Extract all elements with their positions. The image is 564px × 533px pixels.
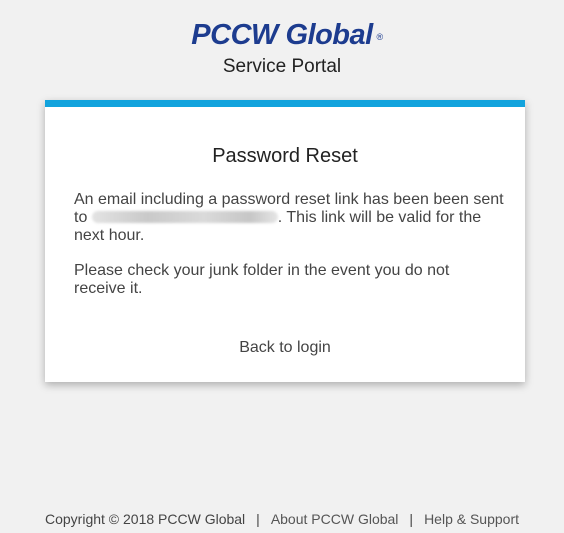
portal-title: Service Portal [222,56,342,77]
pccw-global-logo: PCCW Global ® [191,18,383,52]
page: PCCW Global ® Service Portal Password Re… [0,0,564,533]
redacted-email [91,211,278,223]
footer: Copyright © 2018 PCCW Global | About PCCW … [0,511,564,527]
registered-mark: ® [376,32,384,42]
header: PCCW Global ® Service Portal [0,18,564,79]
reset-email-message: An email including a password reset link… [74,191,504,245]
help-support-link[interactable]: Help & Support [424,511,519,527]
footer-separator: | [409,511,414,527]
back-to-login-link[interactable]: Back to login [45,339,525,357]
footer-separator: | [256,511,260,527]
junk-folder-notice: Please check your junk folder in the eve… [74,262,450,297]
copyright-text: Copyright © 2018 PCCW Global [44,511,246,527]
about-link[interactable]: About PCCW Global [271,511,399,527]
password-reset-card: Password Reset An email including a pass… [45,100,525,382]
card-title: Password Reset [212,145,358,167]
logo-text: PCCW Global [191,19,373,51]
